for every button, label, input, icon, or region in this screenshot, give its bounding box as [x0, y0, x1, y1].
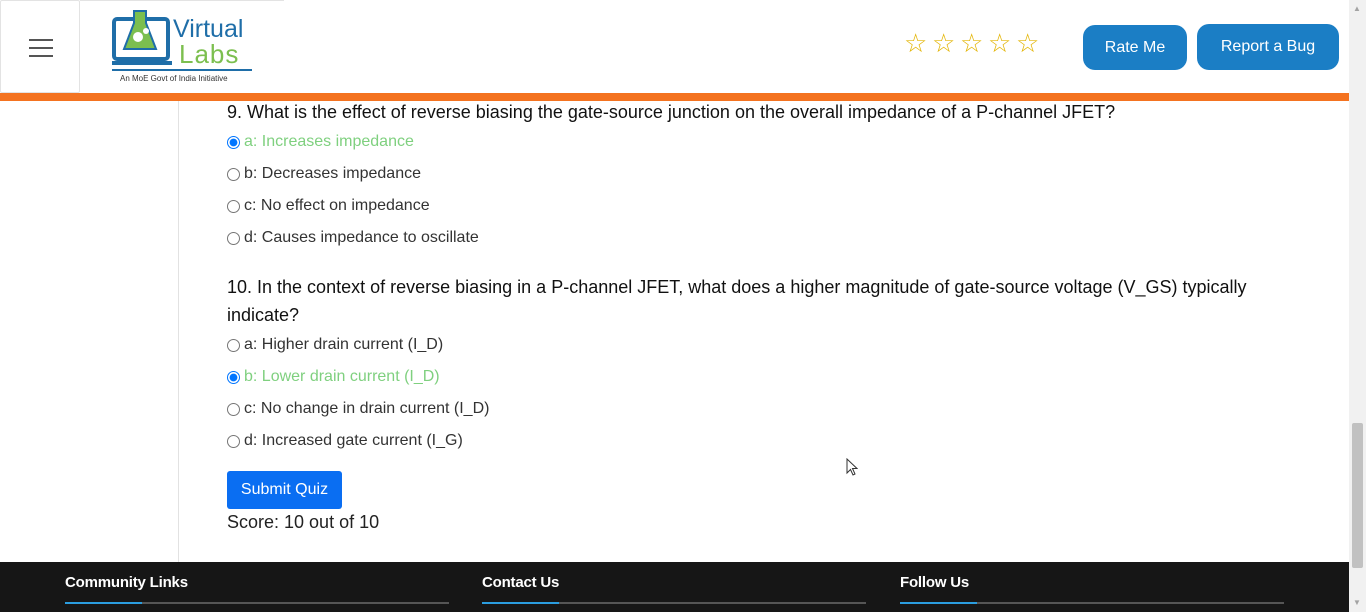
q9-radio-c[interactable] — [227, 199, 240, 213]
footer-contact-title: Contact Us — [482, 574, 560, 591]
star-icon[interactable]: ☆ — [1016, 30, 1039, 56]
logo-subtitle: Labs — [179, 39, 240, 69]
rate-me-button[interactable]: Rate Me — [1083, 25, 1187, 70]
q10-option-a-label: a: Higher drain current (I_D) — [244, 336, 444, 353]
q10-radio-a[interactable] — [227, 338, 240, 352]
q9-option-b-label: b: Decreases impedance — [244, 165, 421, 182]
q10-radio-c[interactable] — [227, 402, 240, 416]
menu-button[interactable] — [0, 0, 80, 93]
star-icon[interactable]: ☆ — [988, 30, 1011, 56]
q9-option-b[interactable]: b: Decreases impedance — [227, 158, 1307, 190]
star-icon[interactable]: ☆ — [904, 30, 927, 56]
q10-option-b[interactable]: b: Lower drain current (I_D) — [227, 361, 1307, 393]
logo-tagline: An MoE Govt of India Initiative — [120, 74, 228, 83]
mouse-cursor-icon — [846, 458, 858, 476]
q9-radio-a[interactable] — [227, 135, 240, 149]
q10-option-d[interactable]: d: Increased gate current (I_G) — [227, 425, 1307, 457]
quiz-score: Score: 10 out of 10 — [227, 512, 380, 532]
scroll-up-icon[interactable]: ▲ — [1353, 4, 1361, 13]
q9-radio-d[interactable] — [227, 231, 240, 245]
question-10: 10. In the context of reverse biasing in… — [227, 277, 1247, 325]
vertical-scrollbar[interactable]: ▲ ▼ — [1349, 0, 1366, 612]
header: Virtual Labs An MoE Govt of India Initia… — [0, 0, 1349, 94]
q9-radio-b[interactable] — [227, 167, 240, 181]
footer-contact: Contact Us — [482, 574, 866, 604]
flask-logo-icon — [112, 10, 172, 65]
q10-radio-d[interactable] — [227, 434, 240, 448]
q10-option-c[interactable]: c: No change in drain current (I_D) — [227, 393, 1307, 425]
q10-radio-b[interactable] — [227, 370, 240, 384]
q9-option-d[interactable]: d: Causes impedance to oscillate — [227, 222, 1307, 254]
star-icon[interactable]: ☆ — [960, 30, 983, 56]
scrollbar-thumb[interactable] — [1352, 423, 1363, 568]
report-bug-button[interactable]: Report a Bug — [1197, 24, 1339, 70]
footer-community-links: Community Links — [65, 574, 449, 604]
q10-option-a[interactable]: a: Higher drain current (I_D) — [227, 329, 1307, 361]
question-9: 9. What is the effect of reverse biasing… — [227, 102, 1116, 122]
q9-option-d-label: d: Causes impedance to oscillate — [244, 229, 479, 246]
footer: Community Links Contact Us Follow Us — [0, 562, 1349, 612]
q9-option-a-label: a: Increases impedance — [244, 133, 414, 150]
page: Virtual Labs An MoE Govt of India Initia… — [0, 0, 1366, 612]
scroll-down-icon[interactable]: ▼ — [1353, 598, 1361, 607]
question-spacer — [227, 254, 1307, 273]
hamburger-icon — [29, 39, 53, 57]
q10-option-d-label: d: Increased gate current (I_G) — [244, 432, 463, 449]
footer-accent — [900, 602, 977, 604]
q9-option-a[interactable]: a: Increases impedance — [227, 126, 1307, 158]
footer-follow: Follow Us — [900, 574, 1284, 604]
submit-quiz-button[interactable]: Submit Quiz — [227, 471, 342, 509]
rating-stars: ☆ ☆ ☆ ☆ ☆ — [904, 30, 1039, 56]
q10-option-b-label: b: Lower drain current (I_D) — [244, 368, 440, 385]
logo-divider — [112, 69, 252, 71]
quiz-content: 9. What is the effect of reverse biasing… — [227, 98, 1307, 457]
q9-option-c-label: c: No effect on impedance — [244, 197, 430, 214]
footer-accent — [482, 602, 559, 604]
footer-community-title: Community Links — [65, 574, 188, 591]
virtual-labs-logo[interactable]: Virtual Labs An MoE Govt of India Initia… — [80, 0, 284, 93]
sidebar-divider — [178, 101, 179, 562]
footer-follow-title: Follow Us — [900, 574, 970, 591]
q10-option-c-label: c: No change in drain current (I_D) — [244, 400, 490, 417]
footer-accent — [65, 602, 142, 604]
q9-option-c[interactable]: c: No effect on impedance — [227, 190, 1307, 222]
star-icon[interactable]: ☆ — [932, 30, 955, 56]
